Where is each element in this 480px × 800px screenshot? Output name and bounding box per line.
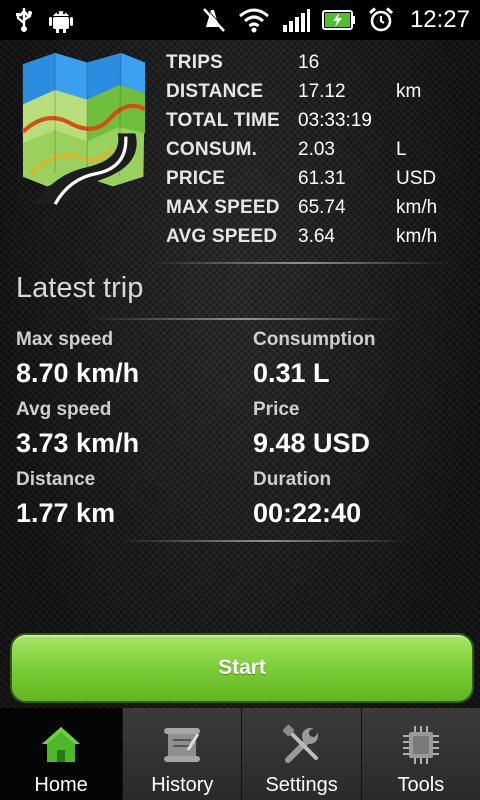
divider bbox=[150, 262, 450, 264]
usb-icon bbox=[14, 7, 34, 33]
price-label: Price bbox=[253, 399, 300, 420]
stat-value: 3.64 bbox=[298, 226, 335, 247]
stat-unit: km/h bbox=[396, 226, 438, 247]
stat-row-price: PRICE 61.31 USD bbox=[166, 168, 466, 197]
stat-row-trips: TRIPS 16 bbox=[166, 52, 466, 81]
divider bbox=[90, 318, 400, 320]
status-bar: 12:27 bbox=[0, 0, 480, 40]
stat-label: AVG SPEED bbox=[166, 226, 278, 247]
price-value: 9.48 USD bbox=[253, 428, 371, 458]
signal-icon bbox=[282, 7, 310, 33]
tab-label: Settings bbox=[265, 774, 338, 796]
tab-tools[interactable]: Tools bbox=[360, 708, 480, 800]
start-button-label: Start bbox=[218, 656, 266, 679]
tab-history[interactable]: History bbox=[122, 708, 242, 800]
status-clock: 12:27 bbox=[409, 6, 470, 33]
duration-value: 00:22:40 bbox=[253, 498, 362, 528]
stat-unit: km/h bbox=[396, 197, 438, 218]
max-speed-label: Max speed bbox=[16, 329, 114, 350]
latest-trip-title: Latest trip bbox=[16, 272, 144, 304]
consumption-label: Consumption bbox=[253, 329, 376, 350]
android-debug-icon bbox=[48, 6, 74, 34]
stat-label: DISTANCE bbox=[166, 81, 264, 102]
app-logo bbox=[21, 53, 147, 205]
start-button[interactable]: Start bbox=[10, 633, 474, 703]
chip-icon bbox=[399, 724, 443, 771]
stat-value: 61.31 bbox=[298, 168, 346, 189]
max-speed-value: 8.70 km/h bbox=[16, 358, 140, 388]
stat-label: MAX SPEED bbox=[166, 197, 280, 218]
stat-unit: USD bbox=[396, 168, 437, 189]
tab-home[interactable]: Home bbox=[0, 708, 123, 800]
wifi-icon bbox=[238, 7, 270, 33]
avg-speed-label: Avg speed bbox=[16, 399, 112, 420]
stat-row-max-speed: MAX SPEED 65.74 km/h bbox=[166, 197, 466, 226]
stat-label: TOTAL TIME bbox=[166, 110, 280, 131]
stat-value: 17.12 bbox=[298, 81, 346, 102]
stat-row-avg-speed: AVG SPEED 3.64 km/h bbox=[166, 226, 466, 255]
history-scroll-icon bbox=[160, 724, 204, 771]
alarm-icon bbox=[368, 7, 394, 33]
summary-panel: TRIPS 16 DISTANCE 17.12 km TOTAL TIME 03… bbox=[0, 40, 480, 262]
stat-value: 03:33:19 bbox=[298, 110, 372, 131]
mute-icon bbox=[202, 7, 226, 33]
tab-label: Home bbox=[34, 774, 88, 796]
stat-row-consumption: CONSUM. 2.03 L bbox=[166, 139, 466, 168]
duration-label: Duration bbox=[253, 469, 332, 490]
tab-settings[interactable]: Settings bbox=[241, 708, 361, 800]
avg-speed-value: 3.73 km/h bbox=[16, 428, 140, 458]
stat-row-total-time: TOTAL TIME 03:33:19 bbox=[166, 110, 466, 139]
wrench-screwdriver-icon bbox=[280, 724, 324, 771]
stat-label: TRIPS bbox=[166, 52, 223, 73]
distance-label: Distance bbox=[16, 469, 96, 490]
stat-value: 2.03 bbox=[298, 139, 335, 160]
battery-charging-icon bbox=[321, 10, 356, 30]
stat-unit: L bbox=[396, 139, 407, 160]
stat-value: 16 bbox=[298, 52, 320, 73]
divider bbox=[120, 540, 410, 542]
tab-label: Tools bbox=[397, 774, 445, 796]
stat-label: CONSUM. bbox=[166, 139, 258, 160]
distance-value: 1.77 km bbox=[16, 498, 116, 528]
tab-label: History bbox=[151, 774, 214, 796]
stat-row-distance: DISTANCE 17.12 km bbox=[166, 81, 466, 110]
stat-label: PRICE bbox=[166, 168, 226, 189]
bottom-tab-bar: Home History Settings Tools bbox=[0, 708, 480, 800]
stat-value: 65.74 bbox=[298, 197, 346, 218]
home-icon bbox=[39, 724, 83, 771]
consumption-value: 0.31 L bbox=[253, 358, 330, 388]
stat-unit: km bbox=[396, 81, 422, 102]
